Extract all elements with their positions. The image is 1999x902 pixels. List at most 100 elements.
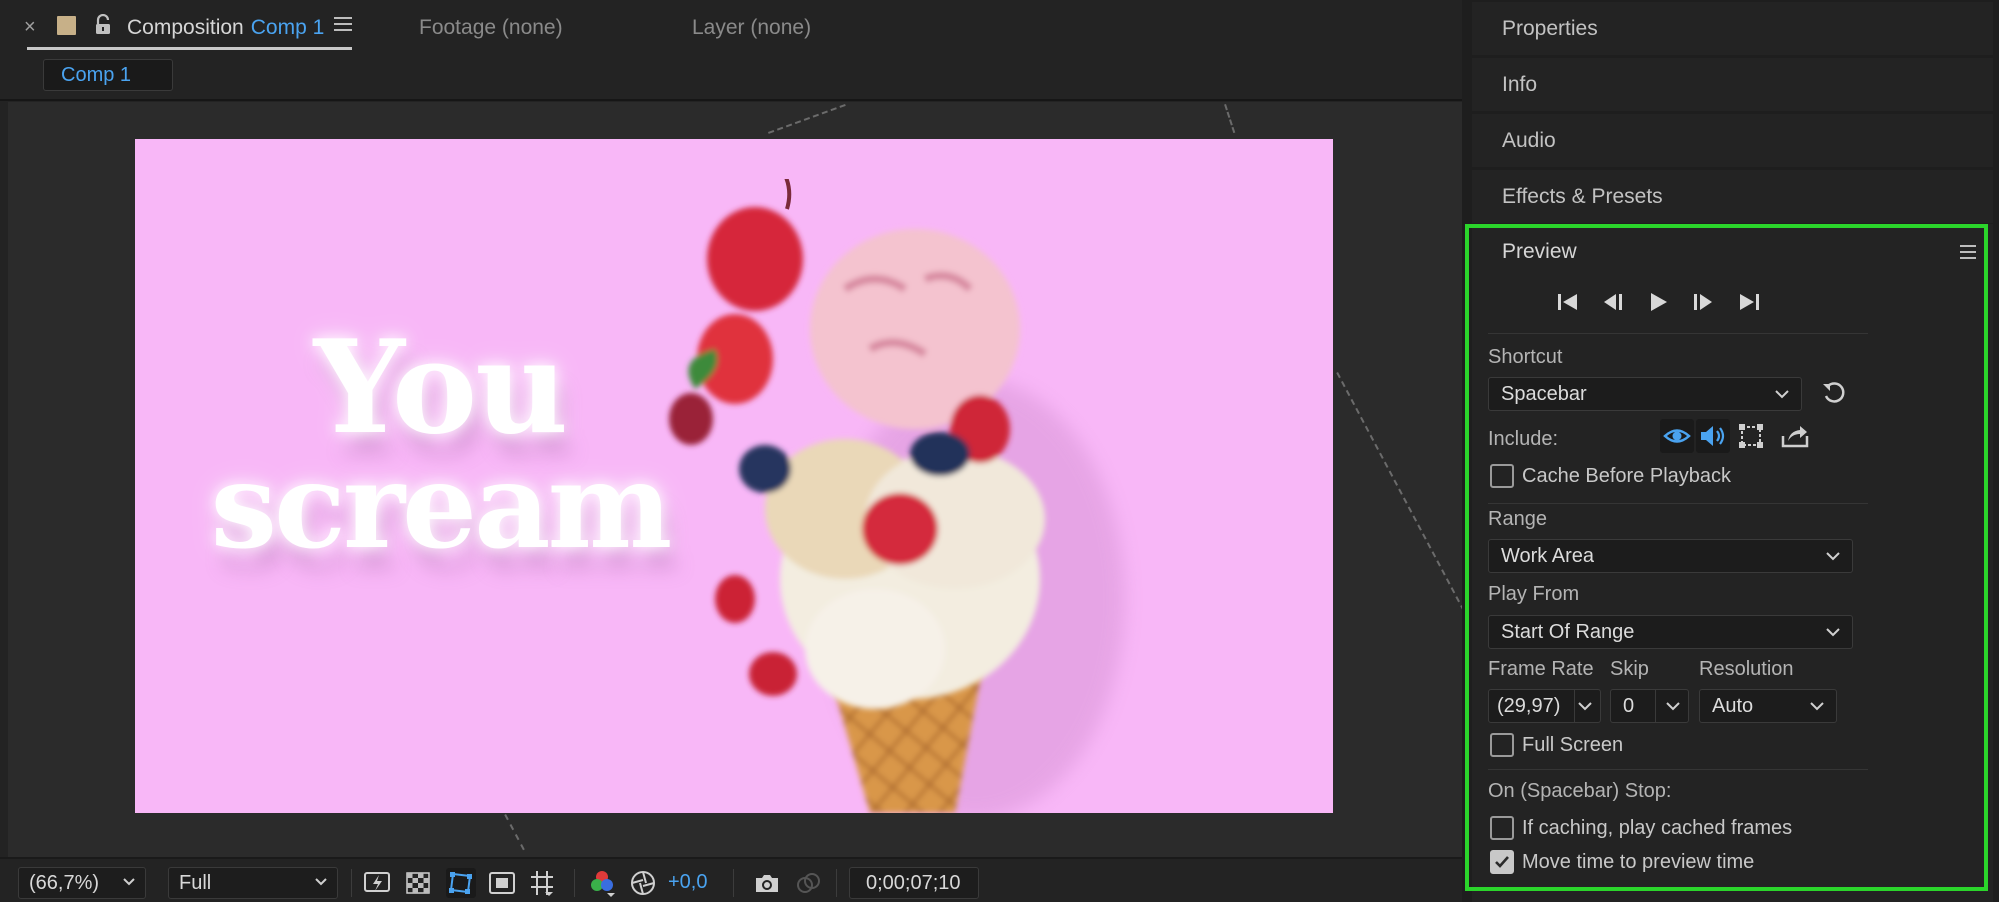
- unlock-icon[interactable]: [94, 14, 112, 36]
- panel-menu-icon[interactable]: [334, 17, 352, 33]
- tab-composition-label: Composition: [127, 16, 244, 39]
- checkmark-icon: [1495, 856, 1509, 868]
- previous-frame-icon[interactable]: [1600, 290, 1626, 314]
- tab-footage[interactable]: Footage (none): [419, 14, 563, 42]
- first-frame-icon[interactable]: [1555, 290, 1581, 314]
- current-time-display[interactable]: 0;00;07;10: [849, 867, 979, 899]
- info-panel-header[interactable]: Info: [1472, 58, 1993, 111]
- range-value: Work Area: [1501, 544, 1594, 567]
- move-time-checkbox[interactable]: [1490, 850, 1514, 874]
- shortcut-label: Shortcut: [1488, 346, 1563, 368]
- frame-rate-value: (29,97): [1497, 694, 1561, 717]
- include-audio-button[interactable]: [1696, 419, 1730, 453]
- play-from-value: Start Of Range: [1501, 620, 1635, 643]
- magnification-value: (66,7%): [29, 871, 100, 894]
- composition-icon: [57, 16, 76, 35]
- overlays-icon: [1739, 424, 1763, 448]
- chevron-down-icon: [315, 878, 327, 886]
- region-of-interest-icon[interactable]: [487, 868, 517, 898]
- snapshot-camera-icon[interactable]: [752, 868, 782, 898]
- video-eye-icon: [1663, 429, 1691, 443]
- exposure-reset-icon[interactable]: [628, 868, 658, 898]
- composition-canvas[interactable]: You scream: [135, 139, 1333, 813]
- right-panel-column: Properties Info Audio Effects & Presets …: [1462, 0, 1999, 902]
- range-label: Range: [1488, 508, 1547, 530]
- shortcut-dropdown[interactable]: Spacebar: [1488, 377, 1802, 411]
- reset-icon[interactable]: [1820, 380, 1848, 408]
- fast-previews-icon[interactable]: [362, 868, 392, 898]
- include-overlays-button[interactable]: [1734, 419, 1768, 453]
- frame-rate-dropdown[interactable]: (29,97): [1488, 689, 1601, 723]
- divider: [1488, 769, 1868, 770]
- chevron-down-icon: [1578, 702, 1592, 711]
- exposure-value[interactable]: +0,0: [668, 871, 707, 894]
- resolution-dropdown[interactable]: Full: [168, 867, 338, 899]
- toolbar-separator: [733, 869, 734, 897]
- last-frame-icon[interactable]: [1736, 290, 1762, 314]
- frame-rate-label: Frame Rate: [1488, 658, 1594, 680]
- camera-guide-line: [504, 814, 525, 851]
- include-video-button[interactable]: [1660, 419, 1694, 453]
- camera-guide-line: [768, 103, 846, 134]
- full-screen-checkbox[interactable]: [1490, 733, 1514, 757]
- audio-panel-header[interactable]: Audio: [1472, 114, 1993, 167]
- export-preview-button[interactable]: [1778, 419, 1812, 453]
- range-dropdown[interactable]: Work Area: [1488, 539, 1853, 573]
- resolution-label: Resolution: [1699, 658, 1794, 680]
- shortcut-value: Spacebar: [1501, 382, 1587, 405]
- skip-dropdown[interactable]: 0: [1610, 689, 1689, 723]
- skip-value: 0: [1623, 694, 1635, 717]
- transparency-grid-icon[interactable]: [403, 868, 433, 898]
- if-caching-label: If caching, play cached frames: [1522, 817, 1793, 839]
- tab-composition[interactable]: Composition Comp 1: [127, 14, 324, 42]
- channels-icon[interactable]: [587, 868, 617, 898]
- comp-breadcrumb[interactable]: Comp 1: [43, 59, 173, 91]
- divider: [0, 99, 1462, 101]
- chevron-down-icon: [1826, 552, 1840, 561]
- chevron-down-icon: [1666, 702, 1680, 711]
- chevron-down-icon: [1826, 628, 1840, 637]
- show-snapshot-icon[interactable]: [793, 868, 823, 898]
- canvas-text-line1: You: [313, 313, 569, 463]
- ice-cream-image: [669, 179, 1125, 813]
- panel-tab-strip: × Composition Comp 1 Footage (none) Laye…: [0, 0, 1462, 56]
- play-from-label: Play From: [1488, 583, 1580, 605]
- resolution-value: Full: [179, 871, 212, 894]
- tab-layer[interactable]: Layer (none): [692, 14, 811, 42]
- audio-speaker-icon: [1701, 426, 1725, 446]
- camera-guide-line: [1336, 372, 1462, 612]
- if-caching-checkbox[interactable]: [1490, 816, 1514, 840]
- mask-path-visibility-icon[interactable]: [446, 868, 476, 898]
- play-icon[interactable]: [1645, 290, 1671, 314]
- grid-guides-icon[interactable]: [527, 868, 557, 898]
- divider: [1488, 503, 1868, 504]
- cache-before-playback-label: Cache Before Playback: [1522, 465, 1732, 487]
- timecode-value: 0;00;07;10: [866, 871, 961, 894]
- chevron-down-icon: [1810, 702, 1824, 711]
- dropdown-split: [1574, 690, 1575, 722]
- include-label: Include:: [1488, 428, 1559, 450]
- chevron-down-icon: [1775, 390, 1789, 399]
- export-icon: [1781, 426, 1809, 448]
- panel-menu-icon[interactable]: [1960, 245, 1976, 261]
- toolbar-separator: [351, 869, 352, 897]
- move-time-label: Move time to preview time: [1522, 851, 1755, 873]
- toolbar-separator: [574, 869, 575, 897]
- resolution-dropdown[interactable]: Auto: [1699, 689, 1837, 723]
- close-icon[interactable]: ×: [24, 15, 42, 39]
- divider: [1488, 333, 1868, 334]
- play-from-dropdown[interactable]: Start Of Range: [1488, 615, 1853, 649]
- next-frame-icon[interactable]: [1690, 290, 1716, 314]
- cache-before-playback-checkbox[interactable]: [1490, 464, 1514, 488]
- composition-panel: × Composition Comp 1 Footage (none) Laye…: [0, 0, 1462, 902]
- magnification-dropdown[interactable]: (66,7%): [18, 867, 146, 899]
- full-screen-label: Full Screen: [1522, 734, 1624, 756]
- composition-viewer[interactable]: You scream: [8, 102, 1462, 857]
- effects-presets-panel-header[interactable]: Effects & Presets: [1472, 170, 1993, 223]
- skip-label: Skip: [1610, 658, 1649, 680]
- stop-behavior-label: On (Spacebar) Stop:: [1488, 780, 1672, 802]
- resolution-value: Auto: [1712, 694, 1754, 717]
- properties-panel-header[interactable]: Properties: [1472, 2, 1993, 55]
- dropdown-split: [1655, 690, 1656, 722]
- active-tab-underline: [27, 47, 352, 50]
